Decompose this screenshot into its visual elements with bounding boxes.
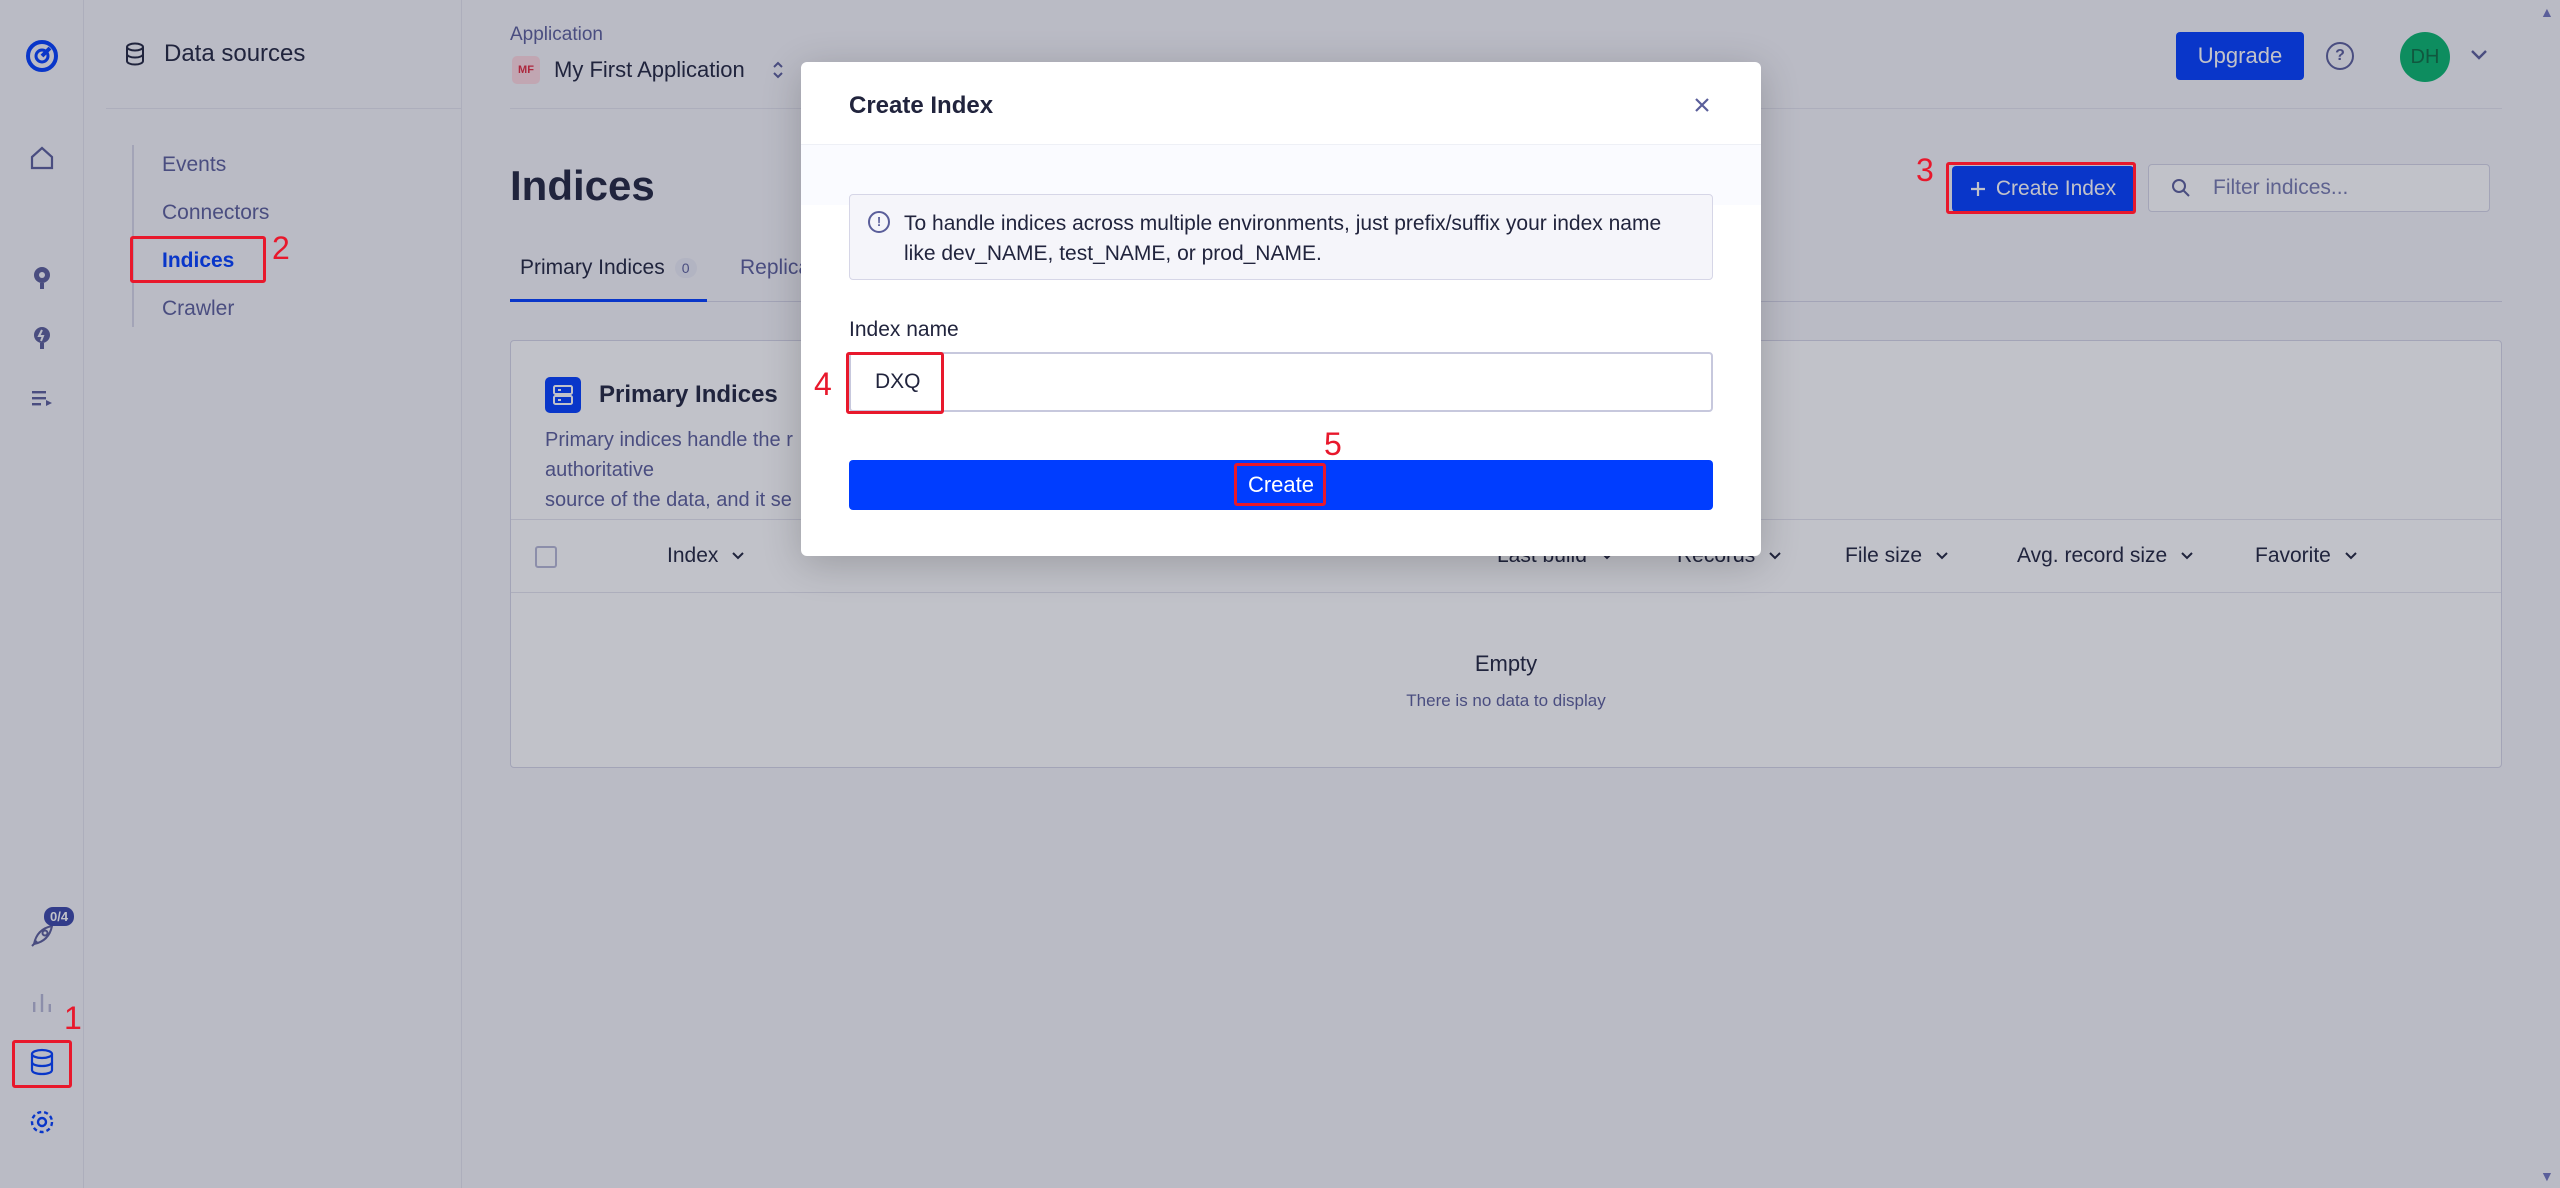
- annotation-number-1: 1: [64, 1000, 82, 1036]
- annotation-number-4: 4: [814, 366, 832, 402]
- modal-title: Create Index: [849, 92, 994, 119]
- annotation-box-2: [130, 236, 266, 283]
- info-text: To handle indices across multiple enviro…: [904, 212, 1662, 265]
- scroll-down-icon[interactable]: ▼: [2540, 1168, 2558, 1184]
- annotation-box-1: [12, 1040, 72, 1088]
- index-name-input[interactable]: [849, 352, 1713, 412]
- close-icon[interactable]: [1685, 88, 1719, 122]
- annotation-number-3: 3: [1916, 152, 1934, 188]
- index-name-label: Index name: [849, 318, 959, 341]
- annotation-number-2: 2: [272, 230, 290, 266]
- annotation-box-3: [1946, 162, 2136, 214]
- info-icon: !: [868, 211, 890, 233]
- modal-header-divider: [801, 144, 1761, 145]
- annotation-box-5: [1234, 463, 1326, 506]
- annotation-number-5: 5: [1324, 426, 1342, 462]
- info-callout: ! To handle indices across multiple envi…: [849, 194, 1713, 280]
- scroll-up-icon[interactable]: ▲: [2540, 4, 2558, 20]
- annotation-box-4: [846, 352, 944, 414]
